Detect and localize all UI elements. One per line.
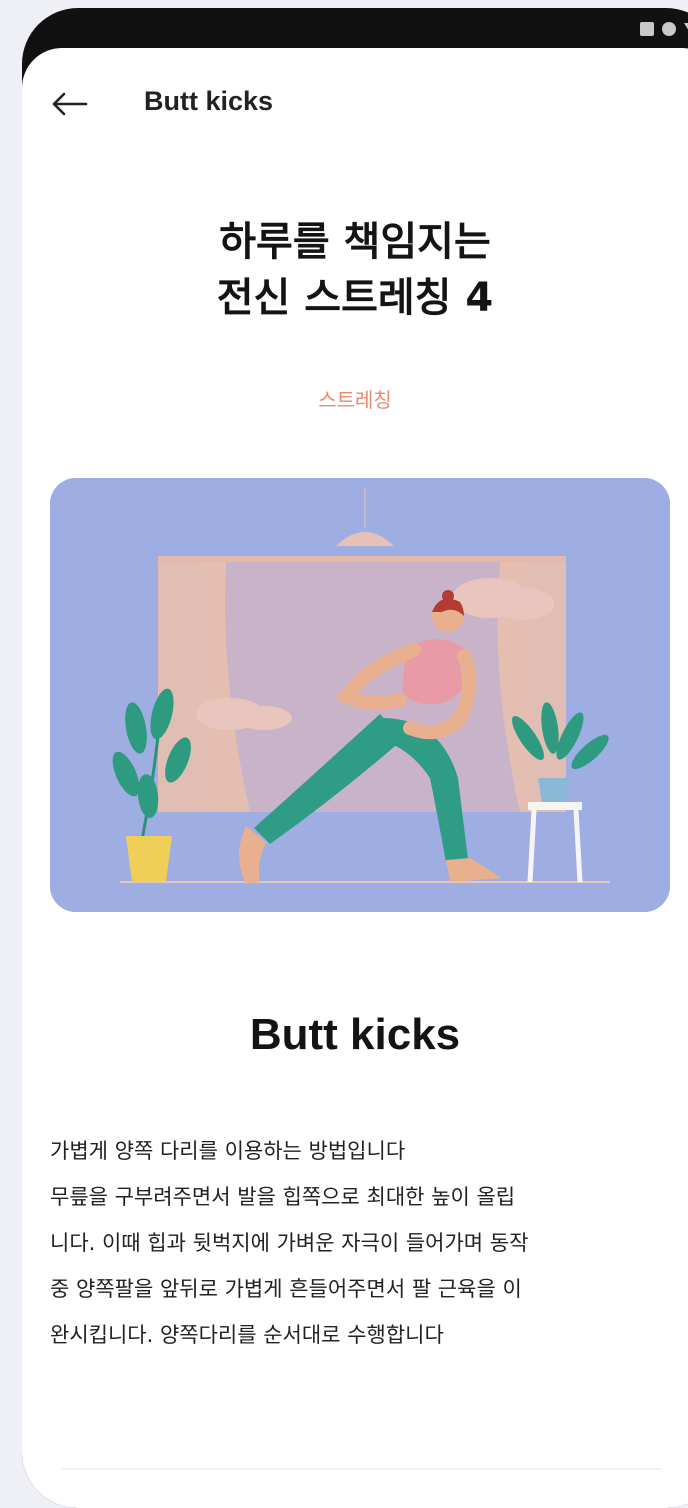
exercise-illustration bbox=[50, 478, 670, 912]
program-title-line-1: 하루를 책임지는 bbox=[219, 219, 491, 265]
program-title: 하루를 책임지는 전신 스트레칭 4 bbox=[22, 214, 688, 326]
page-title: Butt kicks bbox=[144, 86, 274, 116]
signal-icon bbox=[662, 22, 676, 36]
exercise-description: 가볍게 양쪽 다리를 이용하는 방법입니다 무릎을 구부려주면서 발을 힙쪽으로… bbox=[50, 1128, 674, 1358]
battery-icon bbox=[640, 22, 654, 36]
description-line: 무릎을 구부려주면서 발을 힙쪽으로 최대한 높이 올립 bbox=[50, 1185, 516, 1209]
back-button[interactable] bbox=[50, 88, 90, 120]
device-frame: Butt kicks 하루를 책임지는 전신 스트레칭 4 스트레칭 Butt … bbox=[22, 8, 688, 1508]
stretching-woman-illustration bbox=[50, 478, 670, 912]
category-label: 스트레칭 bbox=[318, 388, 392, 412]
top-app-bar: Butt kicks bbox=[22, 74, 688, 134]
description-line: 완시킵니다. 양쪽다리를 순서대로 수행합니다 bbox=[50, 1323, 444, 1347]
exercise-name: Butt kicks bbox=[249, 1010, 461, 1059]
description-line: 중 양쪽팔을 앞뒤로 가볍게 흔들어주면서 팔 근육을 이 bbox=[50, 1277, 522, 1301]
app-screen: Butt kicks 하루를 책임지는 전신 스트레칭 4 스트레칭 Butt … bbox=[22, 48, 688, 1508]
program-title-line-2: 전신 스트레칭 4 bbox=[216, 275, 494, 321]
description-line: 가볍게 양쪽 다리를 이용하는 방법입니다 bbox=[50, 1139, 406, 1163]
description-line: 니다. 이때 힙과 뒷벅지에 가벼운 자극이 들어가며 동작 bbox=[50, 1231, 529, 1255]
wifi-icon bbox=[684, 22, 688, 36]
arrow-left-icon bbox=[52, 92, 88, 116]
status-bar-icons bbox=[640, 22, 688, 36]
bottom-divider bbox=[62, 1468, 662, 1470]
